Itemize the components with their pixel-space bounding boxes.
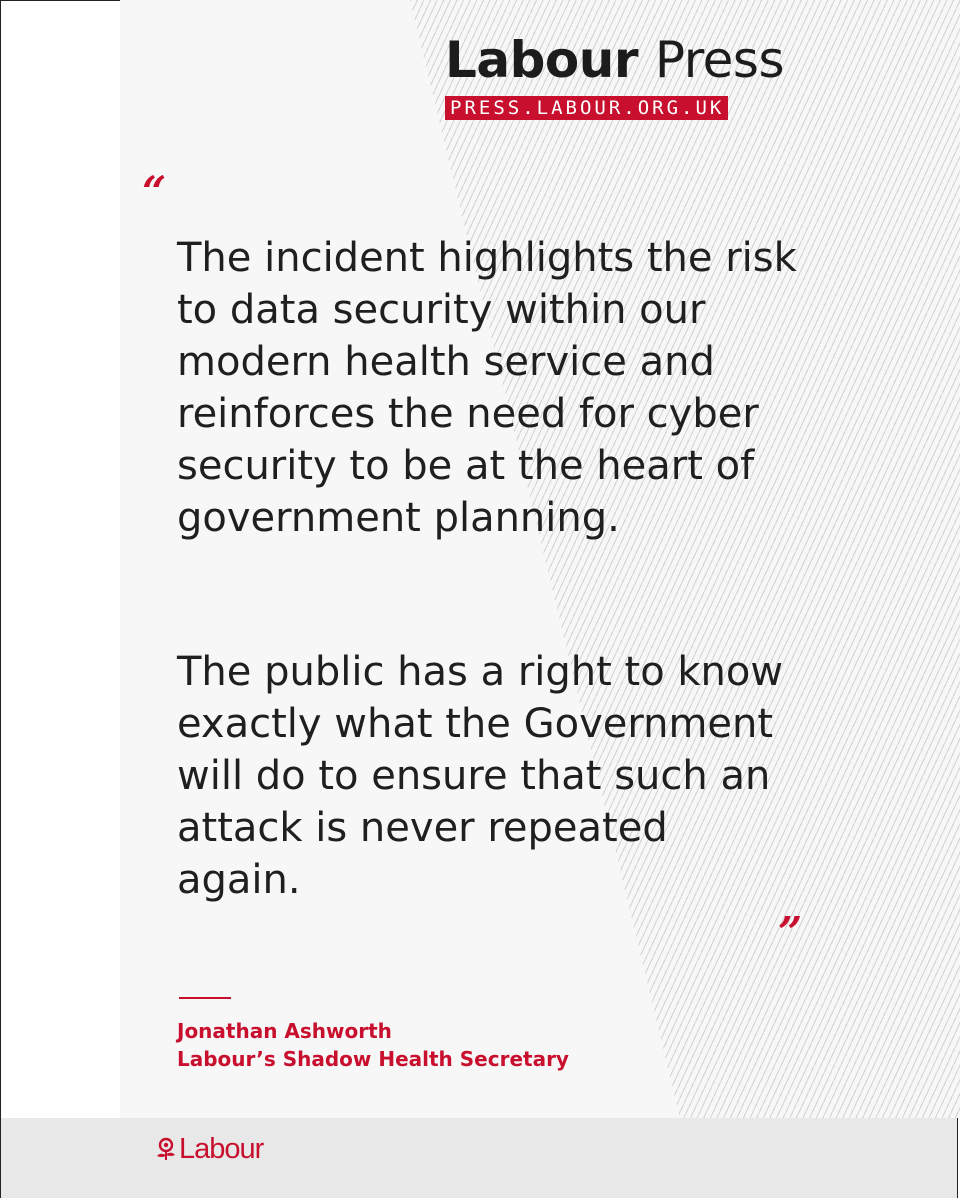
press-title: Labour Press bbox=[445, 30, 785, 90]
hatched-background bbox=[410, 0, 960, 1118]
attribution-name: Jonathan Ashworth bbox=[177, 1019, 392, 1043]
quote-paragraph-1: The incident highlights the risk to data… bbox=[177, 235, 797, 541]
attribution-role: Labour’s Shadow Health Secretary bbox=[177, 1047, 569, 1071]
rose-icon bbox=[157, 1137, 175, 1160]
close-quote-mark: ” bbox=[778, 908, 803, 957]
press-url-badge: PRESS.LABOUR.ORG.UK bbox=[445, 96, 729, 120]
footer-bar bbox=[1, 1118, 957, 1198]
quote-paragraph-2: The public has a right to know exactly w… bbox=[177, 649, 784, 903]
press-title-light: Press bbox=[654, 31, 785, 89]
labour-logo: Labour bbox=[155, 1133, 264, 1165]
labour-logo-text: Labour bbox=[179, 1133, 264, 1165]
press-title-bold: Labour bbox=[445, 31, 639, 89]
press-release-card: Labour Press PRESS.LABOUR.ORG.UK “ The i… bbox=[120, 0, 960, 1118]
attribution-divider bbox=[179, 997, 231, 999]
open-quote-mark: “ bbox=[142, 167, 167, 216]
